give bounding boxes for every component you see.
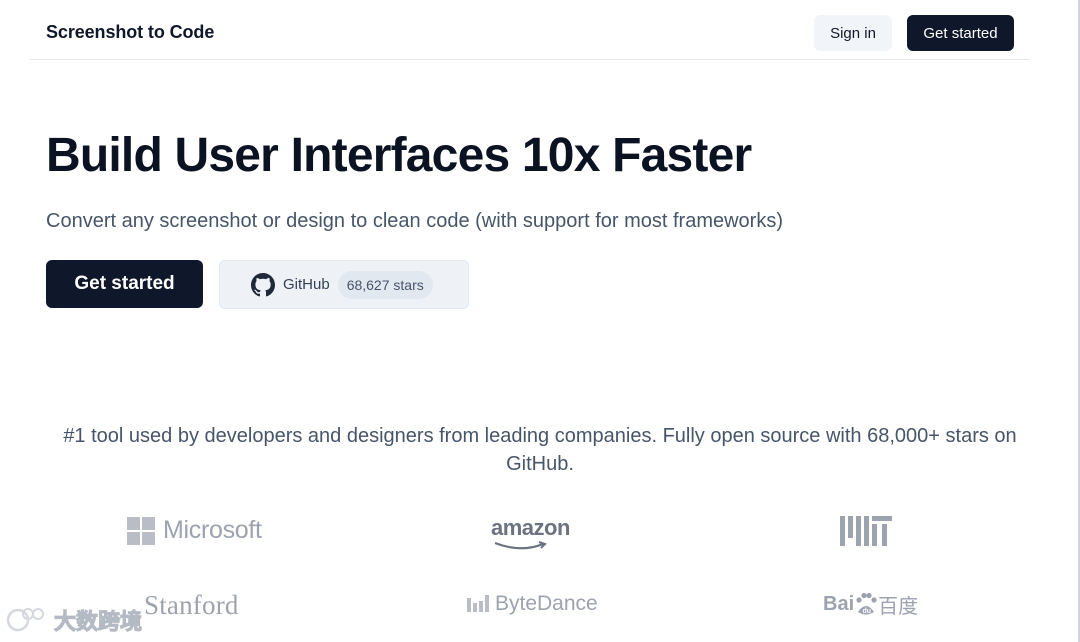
bytedance-logo: ByteDance bbox=[467, 592, 598, 616]
github-icon bbox=[251, 272, 275, 297]
baidu-wordmark-latin: Bai bbox=[823, 593, 855, 615]
baidu-paw-icon: du bbox=[856, 592, 877, 615]
baidu-logo: Bai du 百度 bbox=[823, 590, 918, 619]
microsoft-wordmark: Microsoft bbox=[163, 516, 262, 544]
nav-get-started-button[interactable]: Get started bbox=[907, 15, 1014, 51]
mit-mark-icon bbox=[840, 516, 892, 546]
hero-title: Build User Interfaces 10x Faster bbox=[46, 129, 752, 182]
hero-subtitle: Convert any screenshot or design to clea… bbox=[46, 210, 783, 232]
watermark-logo-icon bbox=[6, 608, 44, 632]
github-stars-badge: 68,627 stars bbox=[337, 270, 433, 299]
top-nav: Screenshot to Code Sign in Get started bbox=[30, 0, 1030, 60]
baidu-wordmark-cn: 百度 bbox=[878, 594, 919, 618]
trust-statement: #1 tool used by developers and designers… bbox=[63, 425, 1017, 475]
stanford-wordmark: Stanford bbox=[144, 590, 239, 620]
amazon-logo: amazon bbox=[491, 515, 570, 551]
stanford-logo: Stanford bbox=[144, 590, 239, 621]
hero-get-started-button[interactable]: Get started bbox=[46, 260, 203, 308]
github-label: GitHub bbox=[283, 276, 330, 293]
bytedance-wordmark: ByteDance bbox=[495, 592, 598, 615]
microsoft-grid-icon bbox=[127, 516, 155, 545]
watermark: 大数跨境 bbox=[6, 604, 143, 636]
svg-text:du: du bbox=[863, 608, 872, 615]
bytedance-bars-icon bbox=[467, 595, 489, 612]
brand-title[interactable]: Screenshot to Code bbox=[46, 22, 214, 43]
microsoft-logo: Microsoft bbox=[127, 516, 262, 545]
watermark-text: 大数跨境 bbox=[53, 610, 143, 636]
amazon-smile-icon bbox=[494, 541, 547, 550]
mit-logo bbox=[840, 516, 892, 546]
sign-in-button[interactable]: Sign in bbox=[814, 15, 892, 51]
amazon-wordmark: amazon bbox=[491, 515, 570, 540]
github-button[interactable]: GitHub 68,627 stars bbox=[219, 260, 469, 309]
